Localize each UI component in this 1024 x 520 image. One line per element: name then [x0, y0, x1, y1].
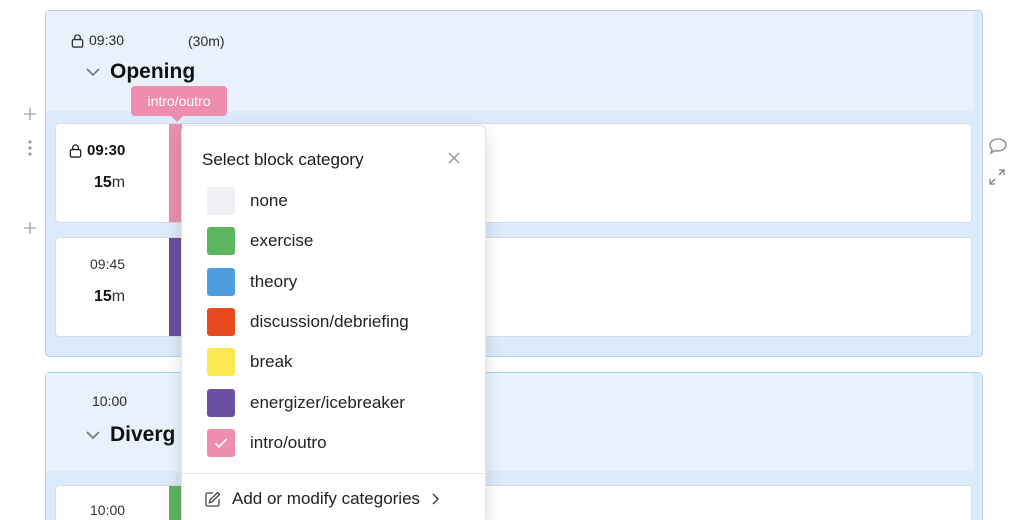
- block-duration[interactable]: 15m: [94, 288, 125, 306]
- category-swatch: [207, 348, 235, 376]
- popup-divider: [182, 473, 485, 474]
- category-option-energizer-icebreaker[interactable]: energizer/icebreaker: [207, 388, 477, 418]
- category-swatch: [207, 187, 235, 215]
- section-duration: (30m): [188, 33, 225, 49]
- close-icon[interactable]: [446, 150, 462, 166]
- section-title[interactable]: Diverg: [84, 423, 175, 447]
- category-option-theory[interactable]: theory: [207, 267, 477, 297]
- section-start-time: 09:30: [70, 32, 124, 48]
- category-option-exercise[interactable]: exercise: [207, 226, 477, 256]
- category-swatch: [207, 308, 235, 336]
- section-title[interactable]: Opening: [84, 60, 195, 84]
- category-swatch: [207, 389, 235, 417]
- category-swatch: [207, 268, 235, 296]
- chevron-down-icon[interactable]: [84, 426, 102, 444]
- chevron-right-icon: [432, 493, 440, 505]
- block-start-time: 09:30: [68, 142, 125, 159]
- block-start-time: 10:00: [90, 502, 126, 518]
- expand-icon[interactable]: [988, 168, 1006, 191]
- block-duration[interactable]: 15m: [94, 174, 125, 192]
- check-icon: [214, 438, 228, 449]
- comment-icon[interactable]: [988, 137, 1008, 160]
- category-tag: intro/outro: [131, 86, 227, 122]
- category-option-break[interactable]: break: [207, 347, 477, 377]
- category-swatch: [207, 227, 235, 255]
- popup-title: Select block category: [202, 150, 364, 169]
- category-option-none[interactable]: none: [207, 186, 477, 216]
- modify-categories-link[interactable]: Add or modify categories: [204, 489, 440, 509]
- category-swatch-selected: [207, 429, 235, 457]
- category-popup: Select block category none exercise theo…: [181, 125, 486, 520]
- chevron-down-icon[interactable]: [84, 63, 102, 81]
- lock-icon: [69, 144, 82, 158]
- edit-icon: [205, 491, 221, 507]
- block-start-time: 09:45: [90, 256, 126, 272]
- plus-icon[interactable]: [23, 220, 37, 238]
- plus-icon[interactable]: [23, 106, 37, 124]
- category-option-discussion-debriefing[interactable]: discussion/debriefing: [207, 307, 477, 337]
- drag-handle-icon[interactable]: [27, 140, 33, 159]
- lock-icon: [71, 33, 84, 48]
- section-start-time: 10:00: [92, 393, 128, 409]
- category-option-intro-outro[interactable]: intro/outro: [207, 428, 477, 458]
